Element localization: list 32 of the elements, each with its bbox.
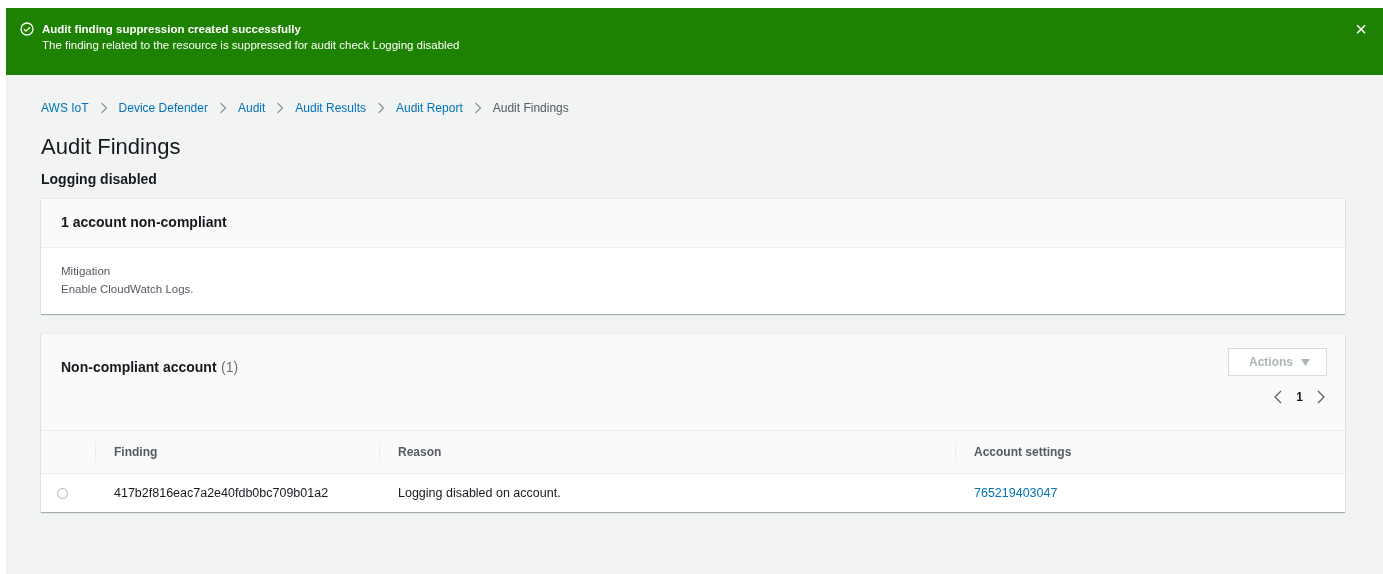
breadcrumb-link[interactable]: Audit Results xyxy=(295,101,366,115)
check-circle-icon xyxy=(20,22,34,36)
item-count: (1) xyxy=(221,359,239,375)
column-header: Account settings xyxy=(974,445,1072,459)
breadcrumb-current: Audit Findings xyxy=(492,101,569,115)
chevron-icon xyxy=(377,102,385,114)
column-header: Finding xyxy=(114,445,158,459)
chevron-icon xyxy=(99,102,108,114)
page-number[interactable]: 1 xyxy=(1296,390,1303,404)
caret-icon xyxy=(1301,358,1310,366)
banner-title: Audit finding suppression created successfully xyxy=(42,22,302,37)
table-cell: 417b2f816eac7a2e40fdb0bc709b01a2 xyxy=(114,486,329,500)
page-title: Audit Findings xyxy=(41,133,182,161)
close-button[interactable]: × xyxy=(1353,21,1369,37)
chevron-icon xyxy=(276,102,285,114)
banner-message: The finding related to the resource is suppressed for audit check Logging disabled xyxy=(42,38,461,53)
table-title: Non-compliant account xyxy=(61,359,217,375)
page-subtitle: Logging disabled xyxy=(41,171,158,187)
column-header: Reason xyxy=(398,445,442,459)
card-title: 1 account non-compliant xyxy=(61,214,227,230)
account-link[interactable]: 765219403047 xyxy=(974,486,1058,500)
chevron-icon xyxy=(218,102,227,114)
mitigation-text: Enable CloudWatch Logs. xyxy=(61,282,195,297)
breadcrumb-link[interactable]: Audit xyxy=(237,101,266,115)
previous-page-icon[interactable] xyxy=(1274,390,1283,404)
breadcrumb-link[interactable]: Audit Report xyxy=(396,101,463,115)
breadcrumb-link[interactable]: AWS IoT xyxy=(41,101,89,115)
chevron-icon xyxy=(473,102,482,114)
next-page-icon[interactable] xyxy=(1317,390,1325,404)
breadcrumb-link[interactable]: Device Defender xyxy=(118,101,208,115)
table-cell: Logging disabled on account. xyxy=(398,486,561,500)
mitigation-label: Mitigation xyxy=(61,264,112,279)
